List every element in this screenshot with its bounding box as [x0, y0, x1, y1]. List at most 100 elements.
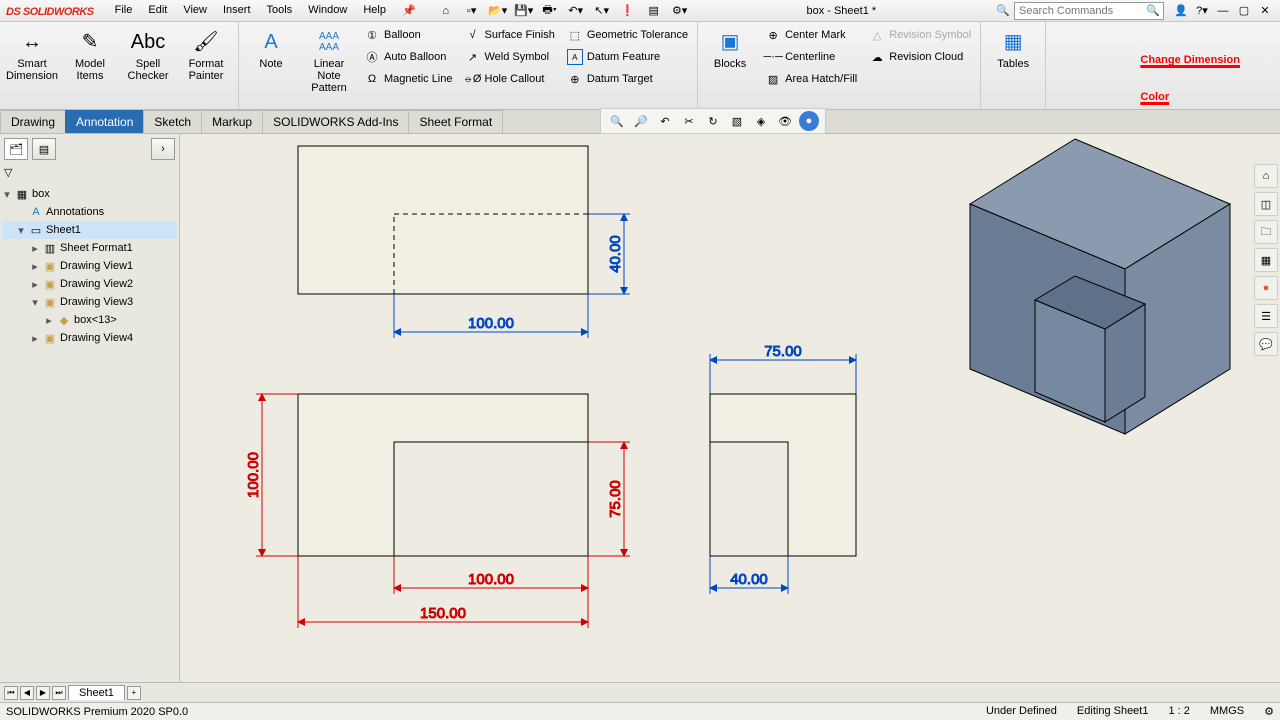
menu-edit[interactable]: Edit — [141, 1, 174, 20]
tree-view1[interactable]: ▸▣Drawing View1 — [2, 257, 177, 275]
command-search[interactable]: 🔍 — [1014, 2, 1164, 20]
add-sheet-icon[interactable]: + — [127, 686, 141, 700]
tab-addins[interactable]: SOLIDWORKS Add-Ins — [262, 110, 409, 133]
zoom-previous-icon[interactable]: ↶ — [655, 111, 675, 131]
area-hatch-button[interactable]: ▨Area Hatch/Fill — [762, 70, 860, 88]
datum-icon: A — [567, 49, 583, 65]
smart-dimension-button[interactable]: ↔Smart Dimension — [6, 26, 58, 84]
status-scale[interactable]: 1 : 2 — [1168, 705, 1189, 718]
last-sheet-icon[interactable]: ⏭ — [52, 686, 66, 700]
status-state: Under Defined — [986, 705, 1057, 718]
tree-annotations[interactable]: AAnnotations — [2, 203, 177, 221]
display-style-icon[interactable]: ▧ — [727, 111, 747, 131]
sheet-tab[interactable]: Sheet1 — [68, 685, 125, 700]
view-settings-icon[interactable]: 👁 — [775, 111, 795, 131]
quick-access-toolbar: ⌂ ▫▾ 📂▾ 💾▾ 🖶▾ ↶▾ ↖▾ ❗ ▤ ⚙▾ — [435, 2, 691, 20]
menu-file[interactable]: File — [108, 1, 140, 20]
tab-drawing[interactable]: Drawing — [0, 110, 66, 133]
print-icon[interactable]: 🖶▾ — [539, 2, 561, 20]
centerline-icon: ─·─ — [765, 49, 781, 65]
status-gear-icon[interactable]: ⚙ — [1264, 705, 1274, 718]
tree-subpart[interactable]: ▸◆box<13> — [2, 311, 177, 329]
tab-markup[interactable]: Markup — [201, 110, 263, 133]
apply-scene-icon[interactable]: ● — [799, 111, 819, 131]
settings-icon[interactable]: ⚙▾ — [669, 2, 691, 20]
maximize-button[interactable]: ▢ — [1235, 3, 1253, 19]
zoom-area-icon[interactable]: 🔎 — [631, 111, 651, 131]
weld-symbol-button[interactable]: ↗Weld Symbol — [462, 48, 558, 66]
custom-props-icon[interactable]: ☰ — [1254, 304, 1278, 328]
magnetic-line-button[interactable]: ΩMagnetic Line — [361, 70, 456, 88]
property-tab[interactable]: ▤ — [32, 138, 56, 160]
auto-balloon-button[interactable]: ⒶAuto Balloon — [361, 48, 456, 66]
zoom-fit-icon[interactable]: 🔍 — [607, 111, 627, 131]
model-items-button[interactable]: ✎Model Items — [64, 26, 116, 84]
hole-callout-button[interactable]: ⦵ØHole Callout — [462, 70, 558, 88]
close-button[interactable]: ✕ — [1256, 3, 1274, 19]
menu-help[interactable]: Help — [356, 1, 393, 20]
view-palette-icon[interactable]: ▦ — [1254, 248, 1278, 272]
forum-icon[interactable]: 💬 — [1254, 332, 1278, 356]
help-icon[interactable]: ?▾ — [1193, 3, 1211, 19]
tree-view3[interactable]: ▾▣Drawing View3 — [2, 293, 177, 311]
note-button[interactable]: ANote — [245, 26, 297, 72]
menu-pin-icon[interactable]: 📌 — [395, 1, 423, 20]
search-icon[interactable]: 🔍 — [1143, 4, 1163, 17]
file-explorer-icon[interactable]: 🗀 — [1254, 220, 1278, 244]
filter-icon[interactable]: ▽ — [4, 167, 12, 179]
rebuild-icon[interactable]: ❗ — [617, 2, 639, 20]
section-icon[interactable]: ✂ — [679, 111, 699, 131]
menu-window[interactable]: Window — [301, 1, 354, 20]
linear-note-button[interactable]: AAAAAALinear Note Pattern — [303, 26, 355, 96]
first-sheet-icon[interactable]: ⏮ — [4, 686, 18, 700]
status-bar: SOLIDWORKS Premium 2020 SP0.0 Under Defi… — [0, 702, 1280, 720]
next-sheet-icon[interactable]: ▶ — [36, 686, 50, 700]
minimize-button[interactable]: — — [1214, 3, 1232, 19]
rotate-icon[interactable]: ↻ — [703, 111, 723, 131]
datum-feature-button[interactable]: ADatum Feature — [564, 48, 691, 66]
menu-insert[interactable]: Insert — [216, 1, 258, 20]
center-mark-button[interactable]: ⊕Center Mark — [762, 26, 860, 44]
balloon-button[interactable]: ①Balloon — [361, 26, 456, 44]
tree-sheet-format[interactable]: ▸▥Sheet Format1 — [2, 239, 177, 257]
user-icon[interactable]: 👤 — [1172, 3, 1190, 19]
design-library-icon[interactable]: ◫ — [1254, 192, 1278, 216]
status-units[interactable]: MMGS — [1210, 705, 1244, 718]
datum-target-button[interactable]: ⊕Datum Target — [564, 70, 691, 88]
revision-cloud-button[interactable]: ☁Revision Cloud — [866, 48, 974, 66]
tree-sheet[interactable]: ▾▭Sheet1 — [2, 221, 177, 239]
panel-expand-icon[interactable]: › — [151, 138, 175, 160]
spell-checker-button[interactable]: AbcSpell Checker — [122, 26, 174, 84]
tree-root[interactable]: ▾▦box — [2, 185, 177, 203]
save-icon[interactable]: 💾▾ — [513, 2, 535, 20]
undo-icon[interactable]: ↶▾ — [565, 2, 587, 20]
tab-sketch[interactable]: Sketch — [143, 110, 202, 133]
tree-view2[interactable]: ▸▣Drawing View2 — [2, 275, 177, 293]
hide-show-icon[interactable]: ◈ — [751, 111, 771, 131]
prev-sheet-icon[interactable]: ◀ — [20, 686, 34, 700]
open-icon[interactable]: 📂▾ — [487, 2, 509, 20]
search-flag-icon[interactable]: 🔍 — [992, 2, 1014, 20]
select-icon[interactable]: ↖▾ — [591, 2, 613, 20]
surface-finish-button[interactable]: √Surface Finish — [462, 26, 558, 44]
tab-annotation[interactable]: Annotation — [65, 110, 144, 133]
search-input[interactable] — [1015, 5, 1143, 17]
home-resources-icon[interactable]: ⌂ — [1254, 164, 1278, 188]
new-icon[interactable]: ▫▾ — [461, 2, 483, 20]
tree-view4[interactable]: ▸▣Drawing View4 — [2, 329, 177, 347]
linear-note-icon: AAAAAA — [315, 28, 343, 56]
home-icon[interactable]: ⌂ — [435, 2, 457, 20]
drawing-canvas[interactable]: 100.00 40.00 150.00 100.00 100.00 75.00 — [180, 134, 1280, 682]
menu-tools[interactable]: Tools — [260, 1, 300, 20]
gtol-button[interactable]: ⬚Geometric Tolerance — [564, 26, 691, 44]
menu-view[interactable]: View — [176, 1, 214, 20]
revision-symbol-button[interactable]: △Revision Symbol — [866, 26, 974, 44]
format-painter-button[interactable]: 🖌Format Painter — [180, 26, 232, 84]
options-list-icon[interactable]: ▤ — [643, 2, 665, 20]
feature-tree-tab[interactable]: 🗂 — [4, 138, 28, 160]
tables-button[interactable]: ▦Tables — [987, 26, 1039, 72]
centerline-button[interactable]: ─·─Centerline — [762, 48, 860, 66]
tab-sheet-format[interactable]: Sheet Format — [408, 110, 503, 133]
appearances-icon[interactable]: ● — [1254, 276, 1278, 300]
blocks-button[interactable]: ▣Blocks — [704, 26, 756, 72]
